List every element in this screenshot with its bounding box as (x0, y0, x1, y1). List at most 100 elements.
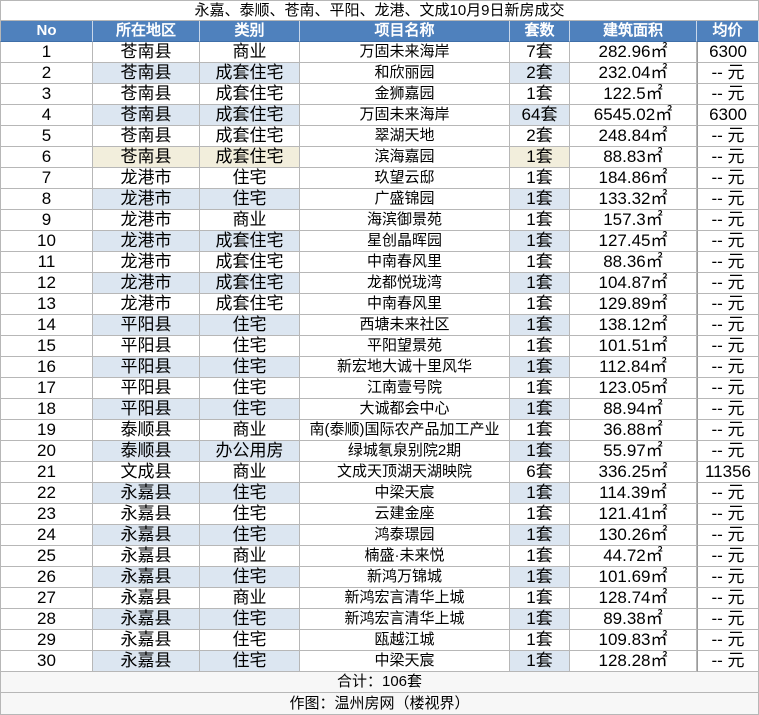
units-cell: 1套 (510, 525, 570, 546)
header-avg-price: 均价 (697, 21, 759, 42)
header-no: No (0, 21, 93, 42)
district-cell: 龙港市 (93, 189, 200, 210)
floor-area-cell: 129.89㎡ (570, 294, 697, 315)
table-row: 4 苍南县 成套住宅 万固未来海岸 64套 6545.02㎡ 6300 (0, 105, 759, 126)
table-row: 22 永嘉县 住宅 中梁天宸 1套 114.39㎡ -- 元 (0, 483, 759, 504)
project-name-cell: 万固未来海岸 (300, 42, 510, 63)
table-row: 9 龙港市 商业 海滨御景苑 1套 157.3㎡ -- 元 (0, 210, 759, 231)
district-cell: 永嘉县 (93, 630, 200, 651)
floor-area-cell: 121.41㎡ (570, 504, 697, 525)
units-cell: 1套 (510, 609, 570, 630)
floor-area-cell: 123.05㎡ (570, 378, 697, 399)
row-number-cell: 16 (0, 357, 93, 378)
header-district: 所在地区 (93, 21, 200, 42)
project-name-cell: 金狮嘉园 (300, 84, 510, 105)
avg-price-cell: -- 元 (697, 546, 759, 567)
header-floor-area: 建筑面积 (570, 21, 697, 42)
floor-area-cell: 157.3㎡ (570, 210, 697, 231)
table-row: 3 苍南县 成套住宅 金狮嘉园 1套 122.5㎡ -- 元 (0, 84, 759, 105)
row-number-cell: 15 (0, 336, 93, 357)
avg-price-cell: -- 元 (697, 315, 759, 336)
project-name-cell: 滨海嘉园 (300, 147, 510, 168)
district-cell: 龙港市 (93, 210, 200, 231)
project-name-cell: 大诚都会中心 (300, 399, 510, 420)
avg-price-cell: -- 元 (697, 147, 759, 168)
category-cell: 住宅 (200, 525, 300, 546)
category-cell: 住宅 (200, 483, 300, 504)
row-number-cell: 17 (0, 378, 93, 399)
floor-area-cell: 88.83㎡ (570, 147, 697, 168)
category-cell: 住宅 (200, 378, 300, 399)
row-number-cell: 9 (0, 210, 93, 231)
avg-price-cell: -- 元 (697, 210, 759, 231)
avg-price-cell: -- 元 (697, 483, 759, 504)
category-cell: 住宅 (200, 567, 300, 588)
row-number-cell: 20 (0, 441, 93, 462)
avg-price-cell: -- 元 (697, 399, 759, 420)
project-name-cell: 西塘未来社区 (300, 315, 510, 336)
project-name-cell: 鸿泰璟园 (300, 525, 510, 546)
floor-area-cell: 138.12㎡ (570, 315, 697, 336)
units-cell: 6套 (510, 462, 570, 483)
table-body: 1 苍南县 商业 万固未来海岸 7套 282.96㎡ 6300 2 苍南县 成套… (0, 42, 759, 672)
category-cell: 成套住宅 (200, 273, 300, 294)
units-cell: 1套 (510, 504, 570, 525)
table-row: 16 平阳县 住宅 新宏地大诚十里风华 1套 112.84㎡ -- 元 (0, 357, 759, 378)
project-name-cell: 中南春风里 (300, 294, 510, 315)
category-cell: 住宅 (200, 336, 300, 357)
row-number-cell: 13 (0, 294, 93, 315)
avg-price-cell: -- 元 (697, 378, 759, 399)
table-row: 21 文成县 商业 文成天顶湖天湖映院 6套 336.25㎡ 11356 (0, 462, 759, 483)
category-cell: 商业 (200, 546, 300, 567)
category-cell: 住宅 (200, 630, 300, 651)
project-name-cell: 中梁天宸 (300, 483, 510, 504)
units-cell: 1套 (510, 651, 570, 672)
table-row: 18 平阳县 住宅 大诚都会中心 1套 88.94㎡ -- 元 (0, 399, 759, 420)
category-cell: 成套住宅 (200, 147, 300, 168)
table-row: 12 龙港市 成套住宅 龙都悦珑湾 1套 104.87㎡ -- 元 (0, 273, 759, 294)
district-cell: 永嘉县 (93, 525, 200, 546)
category-cell: 商业 (200, 42, 300, 63)
table-row: 13 龙港市 成套住宅 中南春风里 1套 129.89㎡ -- 元 (0, 294, 759, 315)
district-cell: 永嘉县 (93, 504, 200, 525)
project-name-cell: 海滨御景苑 (300, 210, 510, 231)
district-cell: 永嘉县 (93, 609, 200, 630)
table-row: 11 龙港市 成套住宅 中南春风里 1套 88.36㎡ -- 元 (0, 252, 759, 273)
avg-price-cell: -- 元 (697, 126, 759, 147)
units-cell: 2套 (510, 126, 570, 147)
floor-area-cell: 88.36㎡ (570, 252, 697, 273)
table-row: 28 永嘉县 住宅 新鸿宏言清华上城 1套 89.38㎡ -- 元 (0, 609, 759, 630)
avg-price-cell: -- 元 (697, 588, 759, 609)
category-cell: 住宅 (200, 315, 300, 336)
floor-area-cell: 282.96㎡ (570, 42, 697, 63)
floor-area-cell: 336.25㎡ (570, 462, 697, 483)
project-name-cell: 新宏地大诚十里风华 (300, 357, 510, 378)
header-category: 类别 (200, 21, 300, 42)
floor-area-cell: 36.88㎡ (570, 420, 697, 441)
units-cell: 1套 (510, 147, 570, 168)
category-cell: 成套住宅 (200, 84, 300, 105)
category-cell: 住宅 (200, 609, 300, 630)
table-row: 26 永嘉县 住宅 新鸿万锦城 1套 101.69㎡ -- 元 (0, 567, 759, 588)
units-cell: 1套 (510, 546, 570, 567)
floor-area-cell: 89.38㎡ (570, 609, 697, 630)
project-name-cell: 玖望云邸 (300, 168, 510, 189)
units-cell: 1套 (510, 84, 570, 105)
row-number-cell: 4 (0, 105, 93, 126)
table-row: 17 平阳县 住宅 江南壹号院 1套 123.05㎡ -- 元 (0, 378, 759, 399)
project-name-cell: 文成天顶湖天湖映院 (300, 462, 510, 483)
district-cell: 文成县 (93, 462, 200, 483)
row-number-cell: 18 (0, 399, 93, 420)
district-cell: 龙港市 (93, 273, 200, 294)
table-row: 30 永嘉县 住宅 中梁天宸 1套 128.28㎡ -- 元 (0, 651, 759, 672)
table-row: 10 龙港市 成套住宅 星创晶晖园 1套 127.45㎡ -- 元 (0, 231, 759, 252)
units-cell: 1套 (510, 294, 570, 315)
header-project-name: 项目名称 (300, 21, 510, 42)
units-cell: 1套 (510, 399, 570, 420)
units-cell: 1套 (510, 378, 570, 399)
row-number-cell: 24 (0, 525, 93, 546)
units-cell: 1套 (510, 189, 570, 210)
row-number-cell: 3 (0, 84, 93, 105)
category-cell: 住宅 (200, 399, 300, 420)
district-cell: 平阳县 (93, 399, 200, 420)
